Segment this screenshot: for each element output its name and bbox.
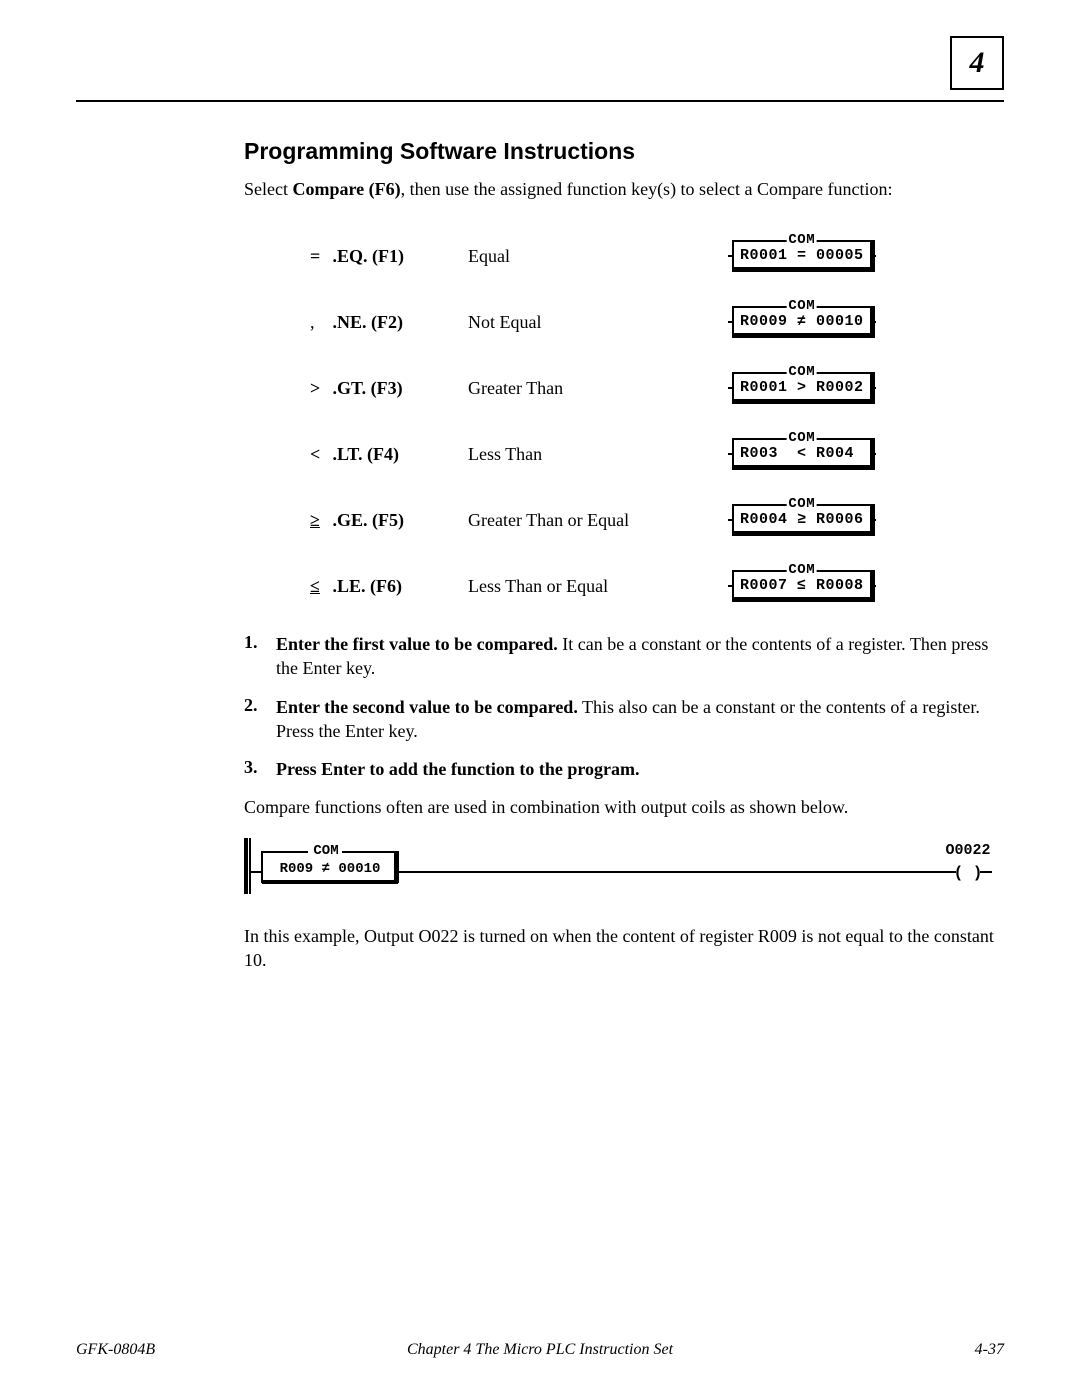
func-key-label: .GE. (F5) xyxy=(333,510,405,530)
func-row-eq: = .EQ. (F1) Equal COM R0001 = 00005 xyxy=(310,240,994,272)
func-row-ne: , .NE. (F2) Not Equal COM R0009 ≠ 00010 xyxy=(310,306,994,338)
example-block-text: R009 ≠ 00010 xyxy=(280,861,381,877)
func-block-wrap: COM R0007 ≤ R0008 xyxy=(732,570,875,602)
block-tick-left xyxy=(728,255,734,257)
intro-paragraph: Select Compare (F6), then use the assign… xyxy=(244,179,1004,200)
step-1: 1. Enter the first value to be compared.… xyxy=(244,632,1004,681)
func-prefix: , xyxy=(310,312,328,333)
step-3: 3. Press Enter to add the function to th… xyxy=(244,757,1004,781)
compare-functions-table: = .EQ. (F1) Equal COM R0001 = 00005 , . xyxy=(310,240,994,602)
ladder-diagram-svg: COM R009 ≠ 00010 O0022 ( ) xyxy=(244,838,1004,894)
block-tick-left xyxy=(728,321,734,323)
footer-doc-id: GFK-0804B xyxy=(76,1341,155,1359)
com-block-ge: COM R0004 ≥ R0006 xyxy=(732,504,875,536)
step-number: 1. xyxy=(244,632,276,681)
block-label: COM xyxy=(786,497,817,511)
func-key: < .LT. (F4) xyxy=(310,444,468,465)
block-label: COM xyxy=(786,563,817,577)
com-block-ne: COM R0009 ≠ 00010 xyxy=(732,306,875,338)
block-tick-right xyxy=(870,519,876,521)
func-desc: Equal xyxy=(468,246,732,267)
func-prefix: > xyxy=(310,378,328,399)
page-content: Programming Software Instructions Select… xyxy=(244,138,1004,972)
func-prefix: = xyxy=(310,246,328,267)
footer-chapter-title: Chapter 4 The Micro PLC Instruction Set xyxy=(407,1341,673,1359)
func-row-lt: < .LT. (F4) Less Than COM R003 < R004 xyxy=(310,438,994,470)
block-tick-right xyxy=(870,585,876,587)
block-tick-left xyxy=(728,387,734,389)
com-block-eq: COM R0001 = 00005 xyxy=(732,240,875,272)
func-key-label: .NE. (F2) xyxy=(333,312,404,332)
footer-page-number: 4-37 xyxy=(975,1341,1004,1359)
func-row-gt: > .GT. (F3) Greater Than COM R0001 > R00… xyxy=(310,372,994,404)
func-key: = .EQ. (F1) xyxy=(310,246,468,267)
page-footer: GFK-0804B Chapter 4 The Micro PLC Instru… xyxy=(76,1341,1004,1359)
func-desc: Greater Than or Equal xyxy=(468,510,732,531)
block-tick-right xyxy=(870,387,876,389)
step-2: 2. Enter the second value to be compared… xyxy=(244,695,1004,744)
block-tick-left xyxy=(728,519,734,521)
func-prefix: ≤ xyxy=(310,576,328,597)
header-rule xyxy=(76,100,1004,102)
step-text: Enter the second value to be compared. T… xyxy=(276,695,1004,744)
block-label: COM xyxy=(786,365,817,379)
func-key: ≥ .GE. (F5) xyxy=(310,510,468,531)
block-tick-right xyxy=(870,255,876,257)
func-key: ≤ .LE. (F6) xyxy=(310,576,468,597)
example-block-label: COM xyxy=(313,843,338,859)
step-bold: Enter the first value to be compared. xyxy=(276,634,558,654)
func-row-ge: ≥ .GE. (F5) Greater Than or Equal COM R0… xyxy=(310,504,994,536)
section-heading: Programming Software Instructions xyxy=(244,138,1004,165)
block-label: COM xyxy=(786,299,817,313)
func-row-le: ≤ .LE. (F6) Less Than or Equal COM R0007… xyxy=(310,570,994,602)
block-label: COM xyxy=(786,431,817,445)
para-after-steps: Compare functions often are used in comb… xyxy=(244,795,1004,819)
func-desc: Less Than xyxy=(468,444,732,465)
block-label: COM xyxy=(786,233,817,247)
com-block-le: COM R0007 ≤ R0008 xyxy=(732,570,875,602)
intro-bold: Compare (F6) xyxy=(292,179,400,199)
instruction-steps: 1. Enter the first value to be compared.… xyxy=(244,632,1004,781)
func-key-label: .GT. (F3) xyxy=(333,378,403,398)
func-key-label: .LT. (F4) xyxy=(333,444,400,464)
block-tick-left xyxy=(728,585,734,587)
func-block-wrap: COM R0001 > R0002 xyxy=(732,372,875,404)
func-desc: Not Equal xyxy=(468,312,732,333)
step-number: 2. xyxy=(244,695,276,744)
func-prefix: < xyxy=(310,444,328,465)
func-key-label: .EQ. (F1) xyxy=(333,246,405,266)
example-coil-symbol: ( ) xyxy=(954,864,983,882)
para-example: In this example, Output O022 is turned o… xyxy=(244,924,1004,973)
func-block-wrap: COM R003 < R004 xyxy=(732,438,875,470)
intro-suffix: , then use the assigned function key(s) … xyxy=(401,179,893,199)
func-block-wrap: COM R0009 ≠ 00010 xyxy=(732,306,875,338)
step-text: Enter the first value to be compared. It… xyxy=(276,632,1004,681)
func-prefix: ≥ xyxy=(310,510,328,531)
com-block-lt: COM R003 < R004 xyxy=(732,438,875,470)
func-key: > .GT. (F3) xyxy=(310,378,468,399)
chapter-number-badge: 4 xyxy=(950,36,1004,90)
func-desc: Less Than or Equal xyxy=(468,576,732,597)
chapter-number: 4 xyxy=(970,46,985,80)
com-block-gt: COM R0001 > R0002 xyxy=(732,372,875,404)
func-block-wrap: COM R0001 = 00005 xyxy=(732,240,875,272)
example-ladder: COM R009 ≠ 00010 O0022 ( ) xyxy=(244,838,1004,894)
step-bold: Press Enter to add the function to the p… xyxy=(276,759,640,779)
example-output-label: O0022 xyxy=(945,842,990,859)
block-tick-left xyxy=(728,453,734,455)
func-key-label: .LE. (F6) xyxy=(333,576,403,596)
step-bold: Enter the second value to be compared. xyxy=(276,697,578,717)
step-text: Press Enter to add the function to the p… xyxy=(276,757,1004,781)
func-block-wrap: COM R0004 ≥ R0006 xyxy=(732,504,875,536)
intro-prefix: Select xyxy=(244,179,292,199)
block-tick-right xyxy=(870,321,876,323)
step-number: 3. xyxy=(244,757,276,781)
func-key: , .NE. (F2) xyxy=(310,312,468,333)
func-desc: Greater Than xyxy=(468,378,732,399)
block-tick-right xyxy=(870,453,876,455)
